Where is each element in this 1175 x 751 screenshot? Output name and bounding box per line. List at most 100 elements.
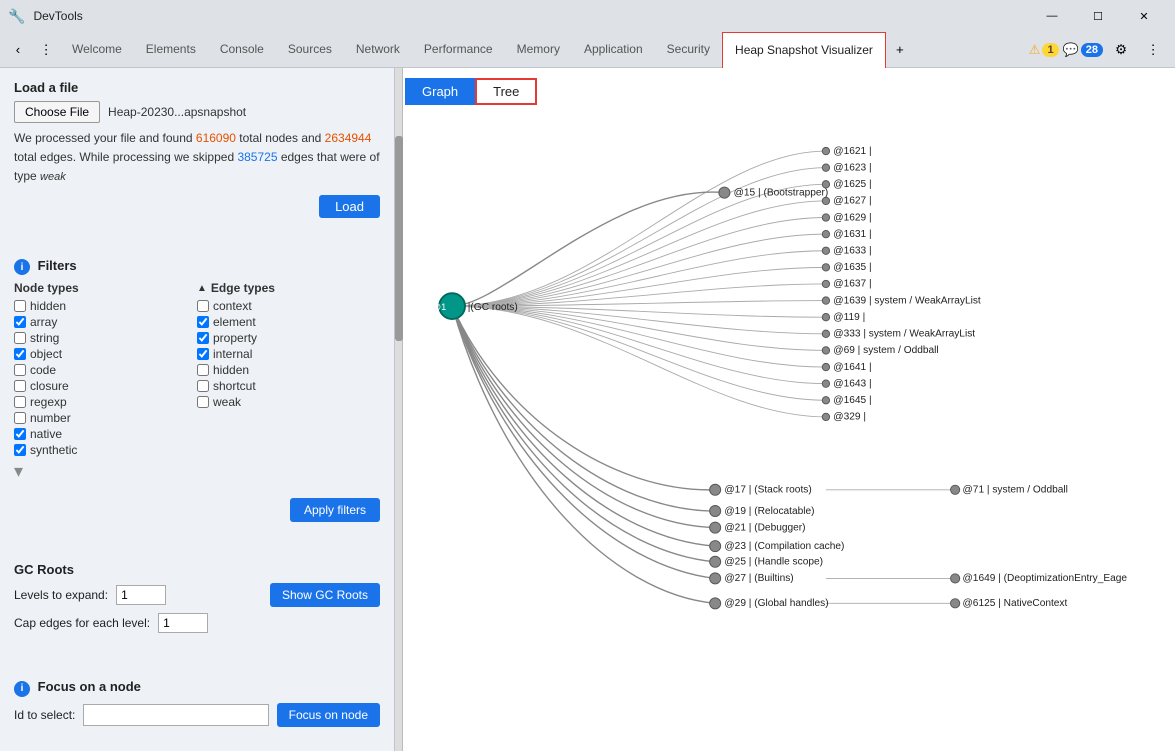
node-array-cb[interactable] — [14, 316, 26, 328]
node-1633-circle[interactable] — [822, 247, 829, 254]
apply-filters-button[interactable]: Apply filters — [290, 498, 380, 522]
focus-node-button[interactable]: Focus on node — [277, 703, 380, 727]
tab-performance[interactable]: Performance — [412, 32, 505, 68]
edge-hidden: hidden — [197, 363, 380, 377]
levels-input[interactable] — [116, 585, 166, 605]
nav-back-button[interactable]: ‹ — [4, 36, 32, 64]
edge-element-cb[interactable] — [197, 316, 209, 328]
node-1631-circle[interactable] — [822, 230, 829, 237]
node-native-cb[interactable] — [14, 428, 26, 440]
node-types-expand[interactable]: ▾ — [14, 461, 197, 482]
node-1641-label: @1641 | — [833, 362, 871, 373]
edge-context-cb[interactable] — [197, 300, 209, 312]
node-relocatable-circle[interactable] — [710, 505, 721, 516]
node-global-circle[interactable] — [710, 598, 721, 609]
node-71-label: @71 | system / Oddball — [963, 485, 1068, 496]
node-1623-circle[interactable] — [822, 164, 829, 171]
node-6125-circle[interactable] — [951, 599, 960, 608]
tab-welcome[interactable]: Welcome — [60, 32, 134, 68]
node-1641-circle[interactable] — [822, 363, 829, 370]
total-edges: 2634944 — [325, 131, 372, 145]
id-select-input[interactable] — [83, 704, 268, 726]
message-badge[interactable]: 💬 28 — [1063, 42, 1103, 58]
node-code-cb[interactable] — [14, 364, 26, 376]
edge-property-cb[interactable] — [197, 332, 209, 344]
edge-hidden-cb[interactable] — [197, 364, 209, 376]
edge-root-1627 — [452, 201, 826, 306]
node-number-cb[interactable] — [14, 412, 26, 424]
title-bar-controls: — ☐ ✕ — [1029, 0, 1167, 32]
devtools-icon: 🔧 — [8, 8, 25, 25]
node-string-cb[interactable] — [14, 332, 26, 344]
cap-input[interactable] — [158, 613, 208, 633]
tab-security[interactable]: Security — [655, 32, 722, 68]
tab-memory[interactable]: Memory — [505, 32, 572, 68]
node-native-label: native — [30, 427, 62, 441]
node-1643-circle[interactable] — [822, 380, 829, 387]
maximize-button[interactable]: ☐ — [1075, 0, 1121, 32]
node-stack-label: @17 | (Stack roots) — [724, 485, 811, 496]
node-debugger-circle[interactable] — [710, 522, 721, 533]
load-button[interactable]: Load — [319, 195, 380, 218]
node-1635-circle[interactable] — [822, 264, 829, 271]
edge-root-global — [452, 306, 715, 603]
node-string-label: string — [30, 331, 59, 345]
node-synthetic-cb[interactable] — [14, 444, 26, 456]
node-regexp-cb[interactable] — [14, 396, 26, 408]
node-1645-circle[interactable] — [822, 397, 829, 404]
node-1623-label: @1623 | — [833, 162, 871, 173]
node-closure-cb[interactable] — [14, 380, 26, 392]
node-119-circle[interactable] — [822, 314, 829, 321]
node-object-cb[interactable] — [14, 348, 26, 360]
message-count: 28 — [1081, 43, 1103, 57]
node-bootstrapper-circle[interactable] — [719, 187, 730, 198]
settings-button[interactable]: ⚙ — [1107, 36, 1135, 64]
tab-application[interactable]: Application — [572, 32, 655, 68]
graph-view-button[interactable]: Graph — [405, 78, 475, 105]
node-329-circle[interactable] — [822, 413, 829, 420]
node-333-circle[interactable] — [822, 330, 829, 337]
node-1631-label: @1631 | — [833, 229, 871, 240]
gc-roots-section: GC Roots Levels to expand: Show GC Roots… — [14, 562, 380, 639]
node-regexp: regexp — [14, 395, 197, 409]
node-hidden-cb[interactable] — [14, 300, 26, 312]
node-closure-label: closure — [30, 379, 69, 393]
scrollbar[interactable] — [395, 68, 403, 751]
node-handle-circle[interactable] — [710, 556, 721, 567]
choose-file-button[interactable]: Choose File — [14, 101, 100, 123]
warning-badge[interactable]: ⚠ 1 — [1029, 42, 1059, 58]
tab-bar: ‹ ⋮ Welcome Elements Console Sources Net… — [0, 32, 1175, 68]
node-1649-circle[interactable] — [951, 574, 960, 583]
node-1639-circle[interactable] — [822, 297, 829, 304]
node-1637-circle[interactable] — [822, 280, 829, 287]
node-71-circle[interactable] — [951, 485, 960, 494]
load-file-row: Choose File Heap-20230...apsnapshot — [14, 101, 380, 123]
close-button[interactable]: ✕ — [1121, 0, 1167, 32]
nav-more-button[interactable]: ⋮ — [32, 36, 60, 64]
node-compilation-circle[interactable] — [710, 541, 721, 552]
show-gc-roots-button[interactable]: Show GC Roots — [270, 583, 380, 607]
node-69-circle[interactable] — [822, 347, 829, 354]
info-text-2: total nodes and — [236, 131, 325, 145]
filters-grid: Node types hidden array string object co… — [14, 281, 380, 482]
edge-weak-cb[interactable] — [197, 396, 209, 408]
tab-elements[interactable]: Elements — [134, 32, 208, 68]
minimize-button[interactable]: — — [1029, 0, 1075, 32]
tab-sources[interactable]: Sources — [276, 32, 344, 68]
edge-types-title: ▲ Edge types — [197, 281, 380, 295]
tab-network[interactable]: Network — [344, 32, 412, 68]
scroll-thumb[interactable] — [395, 136, 403, 341]
edge-internal-cb[interactable] — [197, 348, 209, 360]
node-1621-circle[interactable] — [822, 147, 829, 154]
tab-console[interactable]: Console — [208, 32, 276, 68]
tab-heap[interactable]: Heap Snapshot Visualizer — [722, 32, 886, 68]
tree-view-button[interactable]: Tree — [475, 78, 537, 105]
add-tab-button[interactable]: + — [886, 36, 914, 64]
node-1629-circle[interactable] — [822, 214, 829, 221]
edge-shortcut-cb[interactable] — [197, 380, 209, 392]
node-builtins-circle[interactable] — [710, 573, 721, 584]
node-1639-label: @1639 | system / WeakArrayList — [833, 295, 981, 306]
more-tools-button[interactable]: ⋮ — [1139, 36, 1167, 64]
node-stack-circle[interactable] — [710, 484, 721, 495]
edge-root-handle — [452, 306, 715, 562]
